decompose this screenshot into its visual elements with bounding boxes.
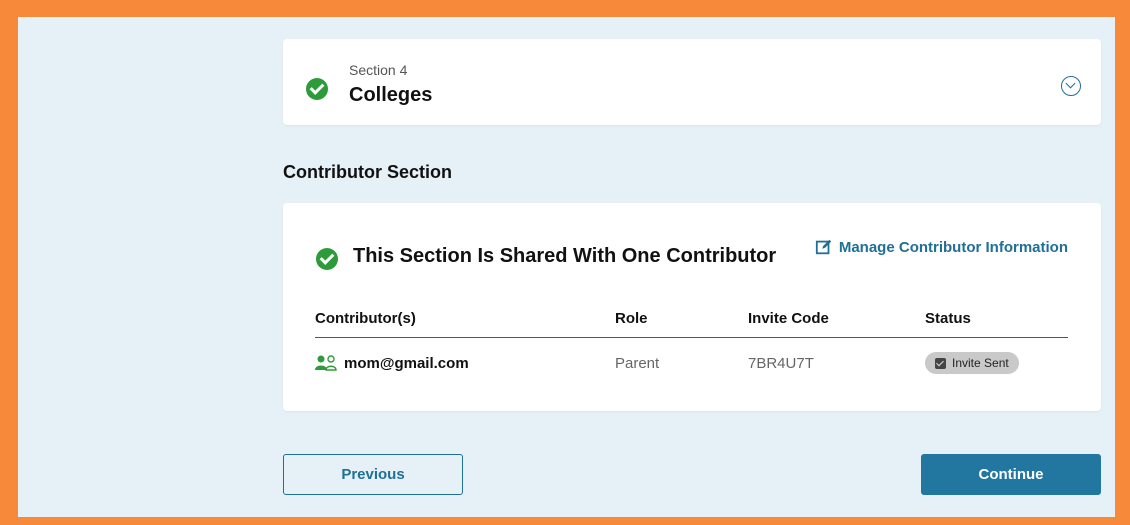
page-frame: Section 4 Colleges Contributor Section T…	[18, 17, 1115, 517]
column-header-role: Role	[615, 306, 748, 338]
column-header-status: Status	[925, 306, 1068, 338]
previous-button[interactable]: Previous	[283, 454, 463, 495]
contributor-email-cell: mom@gmail.com	[315, 338, 615, 385]
continue-button[interactable]: Continue	[921, 454, 1101, 495]
main-content: Section 4 Colleges Contributor Section T…	[283, 17, 1101, 517]
table-row: mom@gmail.com Parent 7BR4U7T Invite Sent	[315, 338, 1068, 385]
users-icon	[315, 355, 337, 371]
status-badge: Invite Sent	[925, 352, 1019, 374]
column-header-invite-code: Invite Code	[748, 306, 925, 338]
manage-contributor-link[interactable]: Manage Contributor Information	[815, 238, 1068, 256]
contributor-status-cell: Invite Sent	[925, 338, 1068, 385]
contributor-card: This Section Is Shared With One Contribu…	[283, 203, 1101, 411]
contributors-table: Contributor(s) Role Invite Code Status m…	[315, 306, 1068, 384]
section-4-card[interactable]: Section 4 Colleges	[283, 39, 1101, 125]
manage-link-label: Manage Contributor Information	[838, 238, 1068, 256]
contributor-email: mom@gmail.com	[344, 354, 469, 372]
edit-icon	[815, 239, 832, 255]
chevron-down-circle-icon[interactable]	[1061, 76, 1081, 96]
contributor-role: Parent	[615, 354, 660, 372]
checkbox-icon	[935, 357, 946, 369]
status-label: Invite Sent	[952, 356, 1009, 370]
contributor-section-heading: Contributor Section	[283, 162, 452, 182]
column-header-contributors: Contributor(s)	[315, 306, 615, 338]
section-number-label: Section 4	[349, 62, 408, 78]
section-title: Colleges	[349, 84, 433, 106]
check-circle-icon	[306, 78, 328, 100]
check-circle-icon	[316, 248, 338, 270]
shared-title: This Section Is Shared With One Contribu…	[353, 245, 777, 267]
contributor-invite-code: 7BR4U7T	[748, 354, 814, 372]
